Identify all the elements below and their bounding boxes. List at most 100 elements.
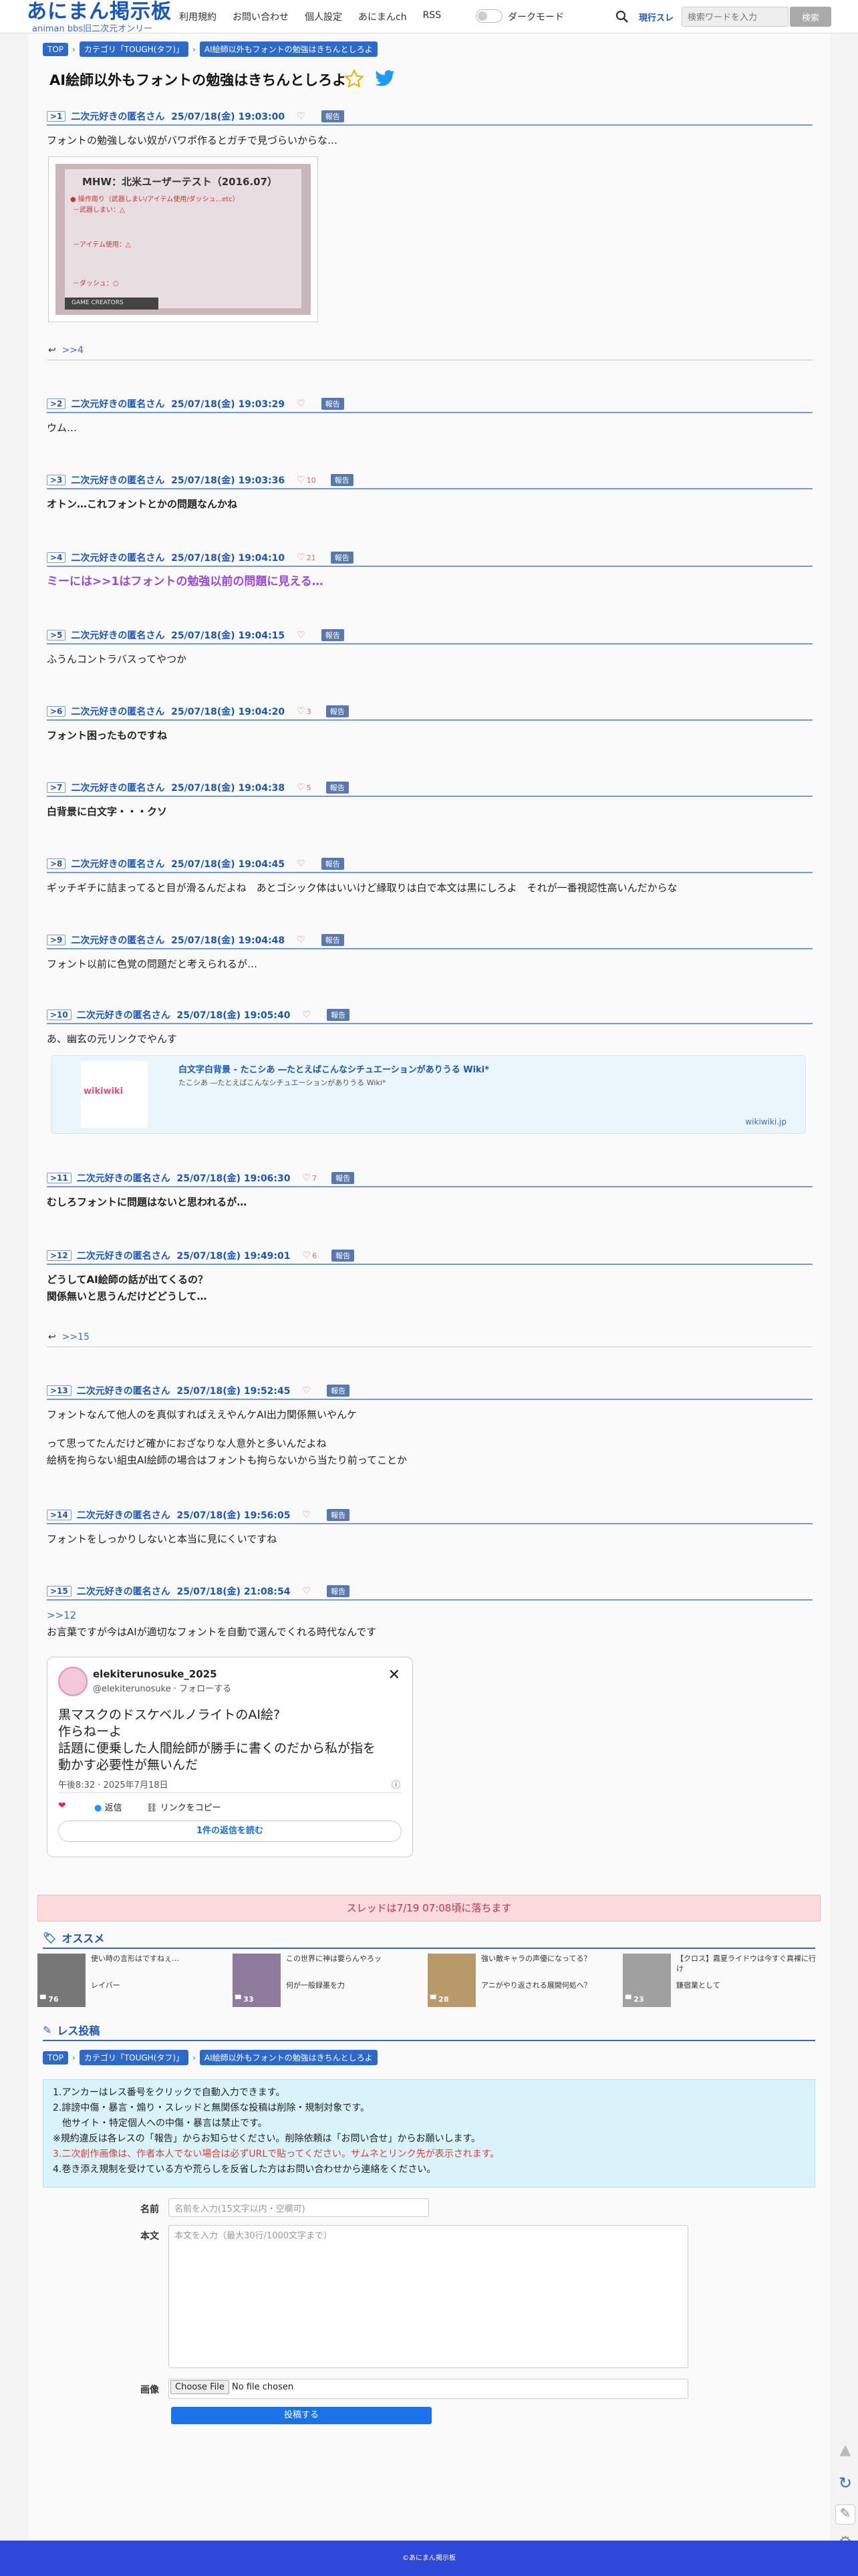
like-heart-icon[interactable]: ♡ 3 [297,706,311,717]
read-replies-button[interactable]: 1件の返信を読む [58,1821,402,1842]
report-button[interactable]: 報告 [325,705,349,717]
link-preview-card[interactable]: wikiwiki 白文字白背景 - たこシあ ―たとえばこんなシチュエーションが… [51,1055,806,1134]
report-button[interactable]: 報告 [327,1385,350,1397]
tweet-reply-button[interactable]: ● 返信 [94,1800,122,1813]
post-number[interactable]: >10 [47,1010,72,1020]
report-button[interactable]: 報告 [327,1009,350,1021]
post-number[interactable]: >2 [47,398,66,409]
like-heart-icon[interactable]: ♡ 5 [297,782,311,793]
name-field[interactable]: 名前を入力(15文字以内・空欄可) [168,2198,429,2217]
report-button[interactable]: 報告 [321,934,344,946]
like-heart-icon[interactable]: ♡ 6 [303,1250,317,1261]
report-button[interactable]: 報告 [321,858,344,870]
post-number[interactable]: >11 [47,1173,72,1183]
post-number[interactable]: >9 [47,935,66,945]
copy-link-button[interactable]: ⛓ リンクをコピー [146,1800,221,1813]
recommend-subtitle: アニがやり返される展開何処へ？ [481,1981,591,1990]
like-heart-icon[interactable]: ♡ 10 [297,475,316,485]
breadcrumb-thread[interactable]: AI絵師以外もフォントの勉強はきちんとしろよ [199,41,378,57]
info-icon[interactable]: ⓘ [392,1778,400,1790]
breadcrumb-category[interactable]: カテゴリ「TOUGH(タフ)」 [79,41,189,57]
search-scope-select[interactable]: 現行スレ [639,11,674,23]
like-heart-icon[interactable]: ♡ [303,1385,313,1396]
recommend-title[interactable]: 使い時の言形はですねぇ… [91,1954,231,1964]
site-logo[interactable]: あにまん掲示板 animan bbs旧二次元オンリー [27,1,172,35]
file-input[interactable]: Choose File No file chosen [168,2379,688,2399]
like-heart-icon[interactable]: ♡ 7 [303,1173,317,1183]
refresh-icon[interactable]: ↻ [835,2474,855,2494]
report-button[interactable]: 報告 [321,398,344,410]
like-heart-icon[interactable]: ♡ [297,111,307,122]
reply-link[interactable]: >>4 [62,345,84,356]
embedded-tweet[interactable]: elekiterunosuke_2025 @elekiterunosuke · … [47,1657,413,1857]
search-button[interactable]: 検索 [790,7,831,27]
reply-anchor[interactable]: ↩ >>15 [48,1332,90,1342]
tweet-time[interactable]: 午後8:32 · 2025年7月18日 [58,1778,168,1790]
post-number[interactable]: >4 [47,552,66,563]
link-title[interactable]: 白文字白背景 - たこシあ ―たとえばこんなシチュエーションがありうる Wiki… [178,1062,489,1075]
tweet-handle[interactable]: @elekiterunosuke · フォローする [93,1681,231,1694]
recommend-title[interactable]: 強い敵キャラの声優になってる？ [481,1954,621,1964]
report-button[interactable]: 報告 [321,110,344,122]
recommend-item[interactable]: ▀ 33 この世界に神は要らんやろッ 何が一般録墨を力 [233,1954,426,2007]
recommend-title[interactable]: 【クロス】霧夏ライドウは今すぐ真裸に行け [676,1954,817,1974]
recommend-item[interactable]: ▀ 23 【クロス】霧夏ライドウは今すぐ真裸に行け 鎌宿業として [623,1954,817,2007]
post-number[interactable]: >13 [47,1385,72,1396]
search-input[interactable] [682,7,789,27]
like-heart-icon[interactable]: ♡ [297,630,307,640]
twitter-share-icon[interactable] [374,70,396,88]
edit-icon[interactable]: ✎ [835,2504,855,2525]
post-number[interactable]: >3 [47,475,66,485]
nav-contact[interactable]: お問い合わせ [233,10,289,23]
post-number[interactable]: >15 [47,1586,72,1597]
post-number[interactable]: >7 [47,782,66,793]
dark-mode-toggle[interactable] [476,9,503,23]
like-heart-icon[interactable]: ♡ [303,1510,313,1520]
like-heart-icon[interactable]: ♡ [303,1010,313,1020]
submit-button[interactable]: 投稿する [171,2407,432,2424]
like-heart-icon[interactable]: ♡ [303,1586,313,1597]
report-button[interactable]: 報告 [330,552,353,564]
post-number[interactable]: >8 [47,858,66,869]
breadcrumb-thread[interactable]: AI絵師以外もフォントの勉強はきちんとしろよ [199,2050,378,2065]
nav-settings[interactable]: 個人設定 [305,10,342,23]
recommend-item[interactable]: ▀ 76 使い時の言形はですねぇ… レイバー [37,1954,231,2007]
nav-terms[interactable]: 利用規約 [179,10,217,23]
report-button[interactable]: 報告 [327,1585,350,1597]
report-button[interactable]: 報告 [321,629,344,641]
nav-animanch[interactable]: あにまんch [358,10,407,23]
scroll-top-icon[interactable]: ▲ [835,2442,855,2462]
choose-file-button[interactable]: Choose File [170,2380,229,2394]
breadcrumb-category[interactable]: カテゴリ「TOUGH(タフ)」 [79,2050,189,2065]
post-number[interactable]: >12 [47,1250,72,1261]
anchor-link[interactable]: >>12 [47,1607,813,1624]
tweet-author[interactable]: elekiterunosuke_2025 [93,1668,217,1680]
like-heart-icon[interactable]: ♡ [297,935,307,945]
post-number[interactable]: >6 [47,706,66,717]
post-number[interactable]: >14 [47,1510,72,1520]
post-number[interactable]: >1 [47,111,66,122]
breadcrumb-top[interactable]: TOP [43,42,69,56]
post-number[interactable]: >5 [47,630,66,640]
report-button[interactable]: 報告 [331,1172,355,1184]
breadcrumb-top[interactable]: TOP [43,2051,69,2065]
x-logo-icon[interactable]: ✕ [388,1667,400,1683]
body-textarea[interactable]: 本文を入力（最大30行/1000文字まで） [168,2225,688,2368]
like-heart-icon[interactable]: ♡ [297,398,307,409]
reply-link[interactable]: >>15 [62,1332,90,1342]
nav-rss[interactable]: RSS [423,10,442,23]
post-image[interactable]: MHW：北米ユーザーテスト（2016.07） ● 操作周り（武器しまい/アイテム… [48,156,318,322]
reply-anchor[interactable]: ↩ >>4 [48,345,84,356]
report-button[interactable]: 報告 [330,474,353,486]
like-icon[interactable]: ❤ [58,1800,66,1811]
avatar[interactable] [58,1667,88,1696]
like-heart-icon[interactable]: ♡ 21 [297,552,316,563]
report-button[interactable]: 報告 [327,1509,350,1521]
search-icon[interactable] [615,9,629,24]
report-button[interactable]: 報告 [325,782,349,794]
like-heart-icon[interactable]: ♡ [297,858,307,869]
recommend-item[interactable]: ▀ 28 強い敵キャラの声優になってる？ アニがやり返される展開何処へ？ [428,1954,621,2007]
report-button[interactable]: 報告 [331,1250,355,1262]
favorite-star-icon[interactable] [343,68,365,90]
recommend-title[interactable]: この世界に神は要らんやろッ [286,1954,426,1964]
